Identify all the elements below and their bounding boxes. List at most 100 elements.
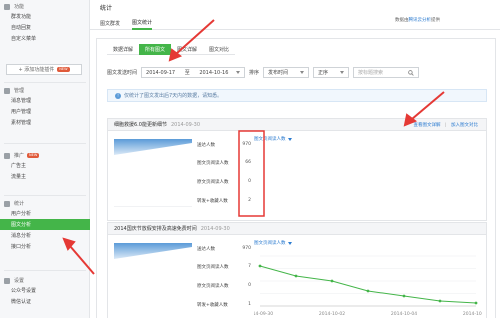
sidebar-item-advertiser[interactable]: 广告主 [0,160,90,171]
trend-metric-select[interactable]: 图文页阅读人数 [254,136,292,142]
chevron-down-icon [235,71,240,74]
sidebar-item-auto-reply[interactable]: 自动回复 [0,22,90,33]
promotion-icon [4,152,10,159]
order-value: 正序 [318,70,329,76]
sidebar-item-publisher[interactable]: 流量主 [0,171,90,182]
sidebar-divider [4,143,86,144]
metric-value: 970 [242,246,251,251]
article-date: 2014-09-30 [170,121,201,128]
trend-metric-select[interactable]: 图文页阅读人数 [254,240,292,246]
metric-label: 转发+收藏人数 [197,303,228,308]
sidebar-divider [4,82,86,83]
notice-prefix: 数据由 [395,18,409,23]
order-select[interactable]: 正序 [313,67,350,78]
sidebar-group-header: 统计 [0,199,90,208]
add-plugin-button[interactable]: + 添加功能插件 NEW [6,64,82,75]
metric-label: 转发+收藏人数 [197,199,228,204]
tab-article-detail[interactable]: 图文详解 [171,44,204,55]
search-icon[interactable] [408,69,414,76]
date-separator: 至 [184,70,190,76]
tab-article-compare[interactable]: 图文对比 [203,44,236,55]
info-notice: ! 仅统计了图文发出后7天内的数据，请知悉。 [107,89,487,102]
metric-label: 图文页阅读人数 [197,265,229,270]
chevron-down-icon [300,71,305,74]
settings-icon [4,277,10,284]
chart-point[interactable] [366,289,370,293]
title-search-input[interactable]: 按标题搜索 [353,67,420,78]
chart-tick-label: 2014-10-04 [391,311,417,317]
article-title: 2014国庆节放假安排及高速免费时间 [114,226,197,232]
content-panel: 数据详解 所有图文 图文详解 图文对比 图文发送时间 2014-09-17 至 … [96,38,496,318]
metric-value: 970 [242,142,251,147]
metric-label: 送达人数 [197,247,215,252]
metric-value: 0 [248,283,251,288]
sidebar-item-custom-menu[interactable]: 自定义菜单 [0,33,90,44]
tab-article-send[interactable]: 图文群发 [100,16,120,30]
sidebar-group-header: 功能 [0,2,90,11]
tab-all-articles[interactable]: 所有图文 [139,44,172,55]
sidebar-divider [4,195,86,196]
data-source-notice: 数据由腾讯云分析提供 [395,17,440,23]
sidebar-group-header: 推广 NEW [0,151,90,160]
view-detail-link[interactable]: 查看图文详解 [413,122,440,128]
statistics-icon [4,200,10,207]
chart-point[interactable] [474,301,478,305]
sidebar-item-messages[interactable]: 消息管理 [0,95,90,106]
metric-value: 0 [248,179,251,184]
sidebar-item-materials[interactable]: 素材管理 [0,117,90,128]
chevron-down-icon [340,71,345,74]
sidebar-item-mass-send[interactable]: 群发功能 [0,11,90,22]
add-compare-link[interactable]: 加入图文对比 [451,122,478,128]
sidebar-item-api-analysis[interactable]: 接口分析 [0,241,90,252]
metric-label: 原文页阅读人数 [197,284,229,289]
sidebar-item-user-analysis[interactable]: 用户分析 [0,208,90,219]
sidebar-item-article-analysis[interactable]: 图文分析 [0,219,90,230]
tab-data-detail[interactable]: 数据详解 [107,44,140,55]
chart-point[interactable] [258,264,262,268]
sort-label: 排序 [249,70,260,76]
date-end: 2014-10-16 [199,69,229,76]
sidebar-item-verification[interactable]: 微信认证 [0,296,90,307]
new-badge: NEW [27,153,40,158]
sidebar-divider [4,270,86,271]
sidebar-group-title: 设置 [14,278,25,284]
sidebar-item-message-analysis[interactable]: 消息分析 [0,230,90,241]
tencent-cloud-link[interactable]: 腾讯云分析 [409,18,432,23]
metric-value: 66 [245,160,251,165]
sidebar-group-title: 统计 [14,201,25,207]
search-placeholder: 按标题搜索 [358,70,384,76]
metric-label: 送达人数 [197,143,215,148]
article-card: 细胞救援6.0能更新细节 2014-09-30 查看图文详解 | 加入图文对比 … [107,118,487,221]
metric-value: 7 [248,264,251,269]
metric-value: 1 [248,302,251,307]
chart-point[interactable] [438,299,442,303]
article-date: 2014-09-30 [200,225,230,232]
date-range-picker[interactable]: 2014-09-17 至 2014-10-16 [141,67,246,78]
management-icon [4,87,10,94]
article-title: 细胞救援6.0能更新细节 [114,122,167,128]
chart-point[interactable] [294,274,298,278]
metric-label: 图文页阅读人数 [197,161,229,166]
chevron-down-icon [287,137,292,141]
article-header: 2014国庆节放假安排及高速免费时间 2014-09-30 [108,223,486,235]
sort-value: 发布时间 [268,70,289,76]
chart-tick-label: 2014-10-02 [319,311,345,317]
sidebar-group-header: 设置 [0,276,90,285]
date-start: 2014-09-17 [146,69,176,76]
chart-point[interactable] [330,279,334,283]
article-links: 查看图文详解 | 加入图文对比 [409,119,478,131]
sort-select[interactable]: 发布时间 [263,67,310,78]
sidebar: 功能 群发功能 自动回复 自定义菜单 + 添加功能插件 NEW 管理 消息管理 用… [0,0,90,318]
chevron-down-icon [287,241,292,245]
tab-article-stats[interactable]: 图文统计 [132,16,153,30]
sidebar-group-title: 管理 [14,88,25,94]
sidebar-item-users[interactable]: 用户管理 [0,106,90,117]
sidebar-group-header: 管理 [0,86,90,95]
new-badge: NEW [57,67,70,72]
chart-point[interactable] [402,294,406,298]
add-plugin-label: + 添加功能插件 [18,67,55,73]
funnel-graphic [114,139,192,207]
sidebar-item-account-settings[interactable]: 公众号设置 [0,285,90,296]
article-card: 2014国庆节放假安排及高速免费时间 2014-09-30 送达人数 图文页阅读… [107,222,487,318]
metric-value: 2 [248,198,251,203]
